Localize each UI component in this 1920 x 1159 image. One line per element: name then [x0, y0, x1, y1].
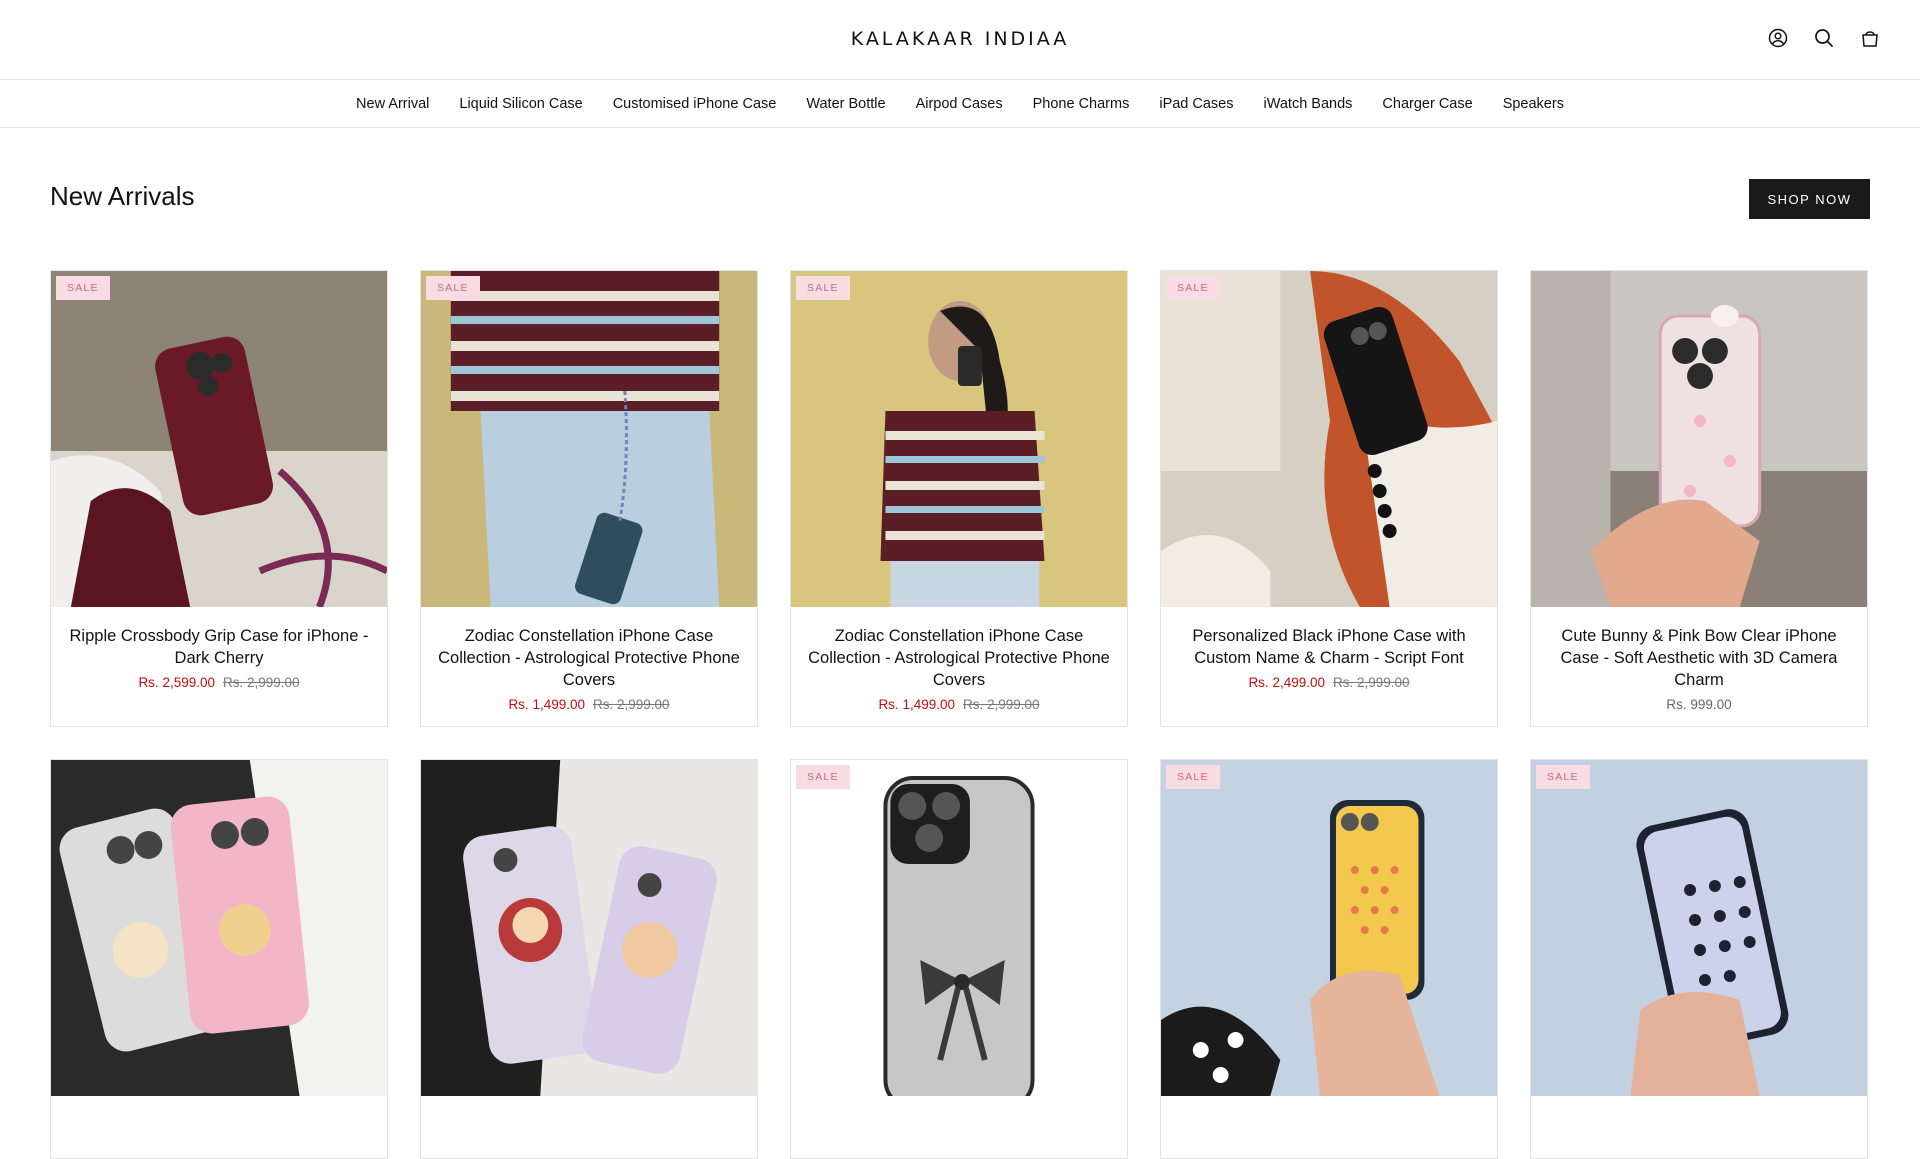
- nav-item-water-bottle[interactable]: Water Bottle: [806, 96, 885, 112]
- sale-badge: SALE: [796, 765, 850, 789]
- product-title[interactable]: Cute Bunny & Pink Bow Clear iPhone Case …: [1545, 625, 1853, 691]
- site-header: KALAKAAR INDIAA: [0, 0, 1920, 80]
- product-card[interactable]: SALE: [1530, 759, 1868, 1159]
- nav-item-ipad-cases[interactable]: iPad Cases: [1159, 96, 1233, 112]
- product-price: Rs. 999.00: [1545, 697, 1853, 712]
- compare-price: Rs. 2,999.00: [1333, 675, 1410, 690]
- product-title[interactable]: Zodiac Constellation iPhone Case Collect…: [435, 625, 743, 691]
- product-title[interactable]: Ripple Crossbody Grip Case for iPhone - …: [65, 625, 373, 669]
- compare-price: Rs. 2,999.00: [593, 697, 670, 712]
- product-photo: [1531, 760, 1867, 1096]
- sale-price: Rs. 2,499.00: [1248, 675, 1325, 690]
- nav-item-liquid-silicon-case[interactable]: Liquid Silicon Case: [459, 96, 582, 112]
- product-photo: [1161, 271, 1497, 607]
- product-photo: [51, 271, 387, 607]
- sale-badge: SALE: [426, 276, 480, 300]
- header-icons: [1768, 28, 1880, 48]
- product-photo: [421, 271, 757, 607]
- product-image[interactable]: SALE: [1531, 760, 1867, 1096]
- sale-badge: SALE: [796, 276, 850, 300]
- nav-item-charger-case[interactable]: Charger Case: [1382, 96, 1472, 112]
- compare-price: Rs. 2,999.00: [963, 697, 1040, 712]
- product-price: Rs. 1,499.00 Rs. 2,999.00: [805, 697, 1113, 712]
- product-image[interactable]: [421, 760, 757, 1096]
- sale-badge: SALE: [56, 276, 110, 300]
- product-card[interactable]: Cute Bunny & Pink Bow Clear iPhone Case …: [1530, 270, 1868, 727]
- cart-icon[interactable]: [1860, 28, 1880, 48]
- product-card[interactable]: SALE Zodiac Constellation iPhone Case Co…: [420, 270, 758, 727]
- product-price: Rs. 1,499.00 Rs. 2,999.00: [435, 697, 743, 712]
- product-title[interactable]: Personalized Black iPhone Case with Cust…: [1175, 625, 1483, 669]
- product-card[interactable]: SALE: [790, 759, 1128, 1159]
- compare-price: Rs. 2,999.00: [223, 675, 300, 690]
- product-card[interactable]: SALE Ripple Crossbody Grip Case for iPho…: [50, 270, 388, 727]
- shop-now-button[interactable]: SHOP NOW: [1749, 179, 1870, 219]
- product-price: Rs. 2,599.00 Rs. 2,999.00: [65, 675, 373, 690]
- product-card[interactable]: [50, 759, 388, 1159]
- sale-badge: SALE: [1166, 276, 1220, 300]
- sale-price: Rs. 2,599.00: [138, 675, 215, 690]
- store-logo[interactable]: KALAKAAR INDIAA: [0, 28, 1920, 50]
- product-photo: [1161, 760, 1497, 1096]
- product-photo: [51, 760, 387, 1096]
- product-card[interactable]: SALE: [1160, 759, 1498, 1159]
- search-icon[interactable]: [1814, 28, 1834, 48]
- section-title: New Arrivals: [50, 181, 195, 211]
- product-card[interactable]: SALE Zodiac Constellation iPhone Case Co…: [790, 270, 1128, 727]
- sale-price: Rs. 1,499.00: [878, 697, 955, 712]
- sale-badge: SALE: [1166, 765, 1220, 789]
- product-price: Rs. 2,499.00 Rs. 2,999.00: [1175, 675, 1483, 690]
- main-nav: New Arrival Liquid Silicon Case Customis…: [0, 81, 1920, 128]
- product-photo: [791, 760, 1127, 1096]
- sale-badge: SALE: [1536, 765, 1590, 789]
- nav-item-new-arrival[interactable]: New Arrival: [356, 96, 429, 112]
- nav-item-customised-iphone-case[interactable]: Customised iPhone Case: [613, 96, 777, 112]
- product-image[interactable]: [1531, 271, 1867, 607]
- product-image[interactable]: SALE: [421, 271, 757, 607]
- product-card[interactable]: [420, 759, 758, 1159]
- product-card[interactable]: SALE Personalized Black iPhone Case with…: [1160, 270, 1498, 727]
- product-image[interactable]: SALE: [1161, 271, 1497, 607]
- account-icon[interactable]: [1768, 28, 1788, 48]
- product-image[interactable]: [51, 760, 387, 1096]
- nav-item-speakers[interactable]: Speakers: [1503, 96, 1564, 112]
- nav-item-phone-charms[interactable]: Phone Charms: [1033, 96, 1130, 112]
- product-photo: [791, 271, 1127, 607]
- product-grid: SALE Ripple Crossbody Grip Case for iPho…: [50, 270, 1870, 1159]
- product-image[interactable]: SALE: [1161, 760, 1497, 1096]
- product-photo: [421, 760, 757, 1096]
- regular-price: Rs. 999.00: [1666, 697, 1732, 712]
- product-title[interactable]: Zodiac Constellation iPhone Case Collect…: [805, 625, 1113, 691]
- product-image[interactable]: SALE: [791, 760, 1127, 1096]
- sale-price: Rs. 1,499.00: [508, 697, 585, 712]
- product-image[interactable]: SALE: [791, 271, 1127, 607]
- nav-item-airpod-cases[interactable]: Airpod Cases: [916, 96, 1003, 112]
- nav-item-iwatch-bands[interactable]: iWatch Bands: [1264, 96, 1353, 112]
- product-image[interactable]: SALE: [51, 271, 387, 607]
- product-photo: [1531, 271, 1867, 607]
